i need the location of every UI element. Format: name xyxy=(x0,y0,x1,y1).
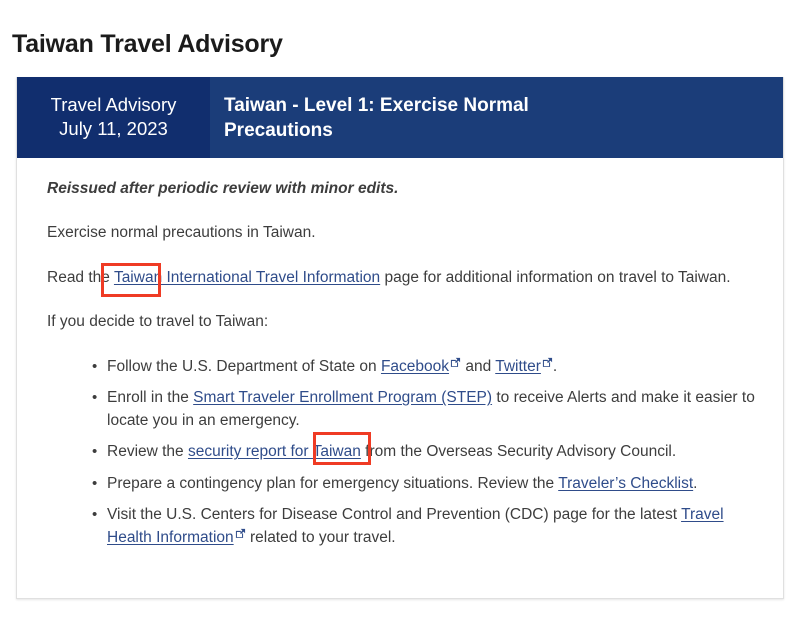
annotation-layer xyxy=(0,0,800,638)
highlight-box-taiwan-security-report xyxy=(313,432,371,465)
highlight-box-taiwan-link xyxy=(101,263,161,297)
